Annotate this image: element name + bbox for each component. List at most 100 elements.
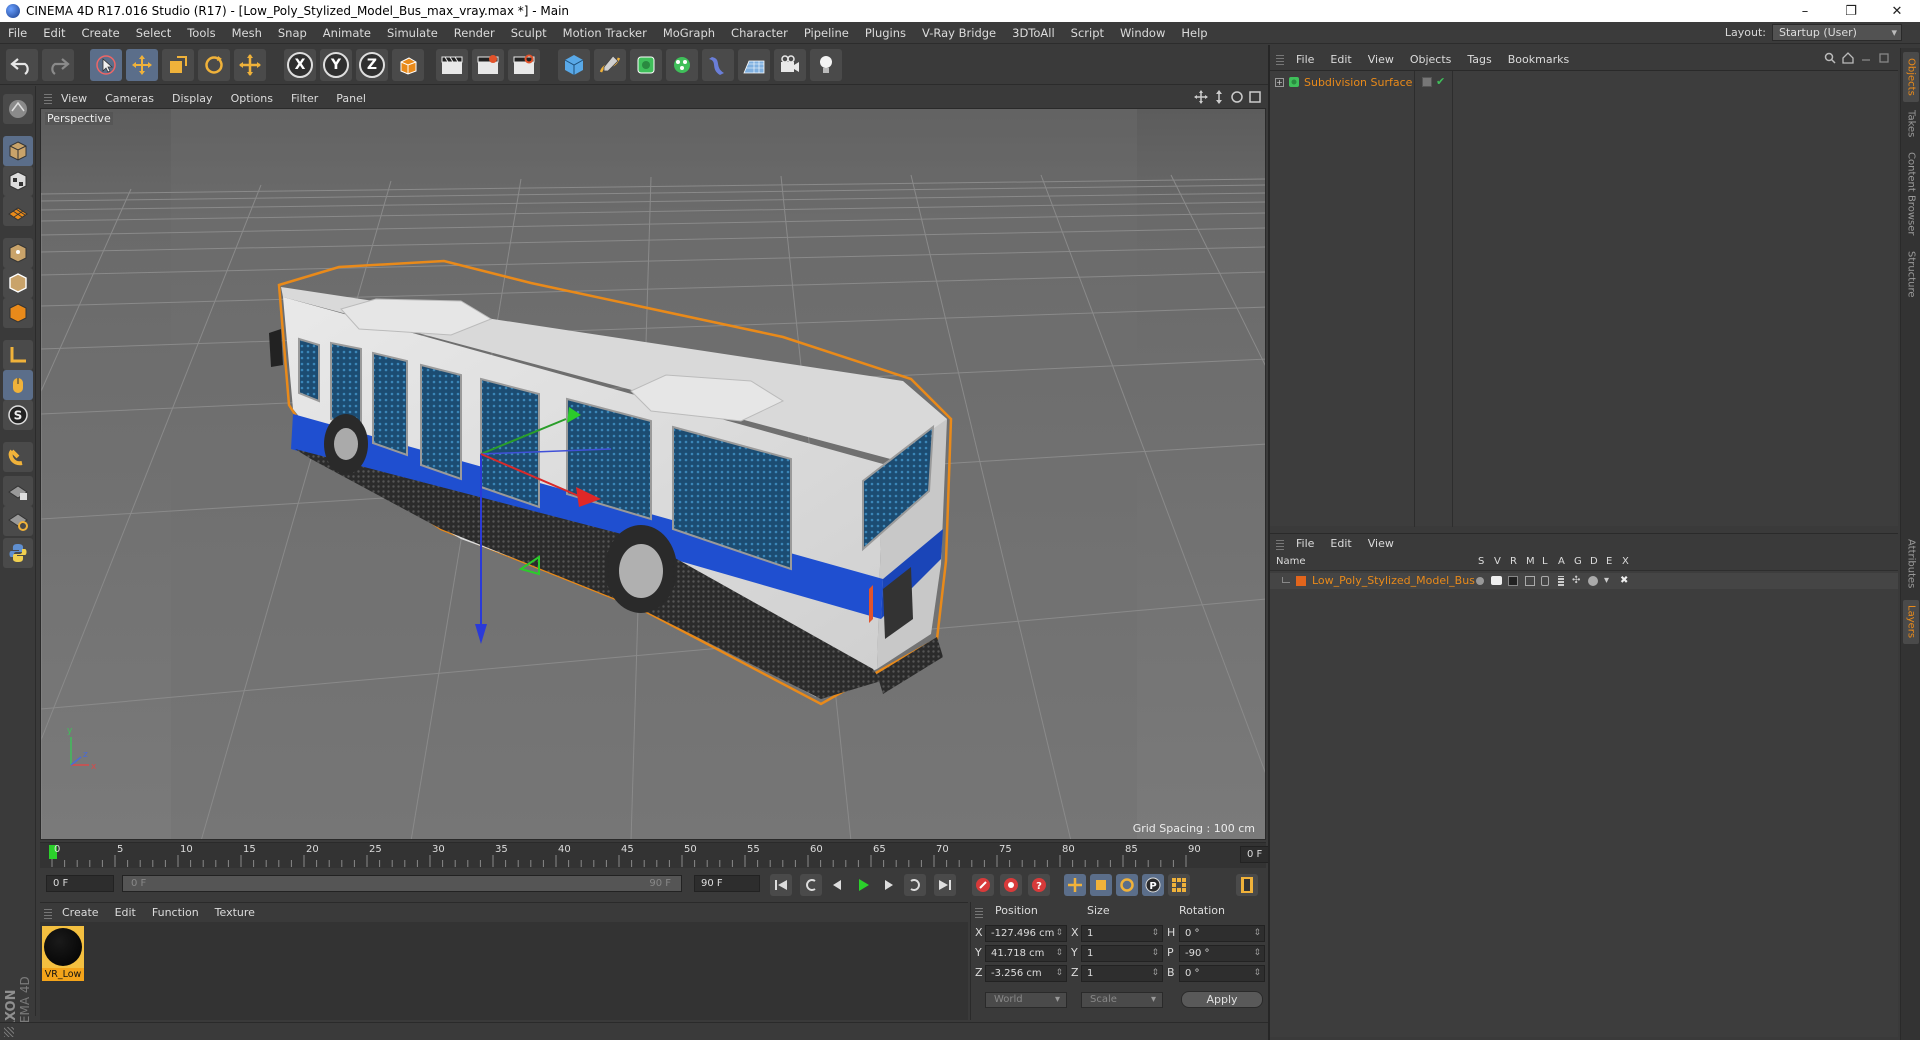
enabled-check-icon[interactable]: ✔ — [1436, 76, 1445, 87]
coordinate-space-dropdown[interactable]: World — [985, 992, 1067, 1008]
rotation-b-field[interactable]: 0 ° — [1179, 965, 1265, 982]
add-mograph-button[interactable] — [666, 49, 698, 81]
layer-flag-d[interactable]: D — [1590, 556, 1598, 567]
close-button[interactable]: ✕ — [1874, 0, 1920, 22]
om-column-divider[interactable] — [1414, 71, 1415, 527]
om-menu-file[interactable]: File — [1288, 53, 1322, 66]
menu-plugins[interactable]: Plugins — [857, 26, 914, 40]
keyframe-selection-button[interactable]: ? — [1028, 874, 1050, 896]
viewport-rotate-icon[interactable] — [1230, 90, 1244, 104]
manager-icon[interactable] — [1525, 576, 1535, 586]
menu-mesh[interactable]: Mesh — [224, 26, 270, 40]
viewport-menu-panel[interactable]: Panel — [327, 92, 375, 105]
tab-attributes[interactable]: Attributes — [1903, 532, 1919, 596]
next-key-button[interactable] — [904, 874, 926, 896]
viewport-menu-cameras[interactable]: Cameras — [96, 92, 163, 105]
om-menu-tags[interactable]: Tags — [1459, 53, 1499, 66]
workplane-mode-button[interactable] — [3, 196, 33, 226]
menu-select[interactable]: Select — [128, 26, 179, 40]
expand-toggle-icon[interactable]: + — [1275, 77, 1284, 87]
viewport-menu-display[interactable]: Display — [163, 92, 222, 105]
layer-flag-m[interactable]: M — [1526, 556, 1535, 567]
add-environment-button[interactable] — [738, 49, 770, 81]
viewport-move-icon[interactable] — [1194, 90, 1208, 104]
key-position-button[interactable] — [1064, 874, 1086, 896]
om-column-divider[interactable] — [1452, 71, 1453, 527]
layer-flag-r[interactable]: R — [1510, 556, 1517, 567]
add-light-button[interactable] — [810, 49, 842, 81]
om-menu-edit[interactable]: Edit — [1322, 53, 1359, 66]
previous-key-button[interactable] — [800, 874, 822, 896]
viewport-camera-label[interactable]: Perspective — [45, 112, 113, 125]
search-icon[interactable] — [1824, 52, 1836, 64]
xref-icon[interactable]: ✖ — [1620, 575, 1628, 586]
polygons-mode-button[interactable] — [3, 298, 33, 328]
menu-file[interactable]: File — [0, 26, 35, 40]
minimize-panel-icon[interactable] — [1860, 52, 1872, 64]
key-rotation-button[interactable] — [1116, 874, 1138, 896]
layout-select[interactable]: Startup (User) — [1772, 24, 1902, 41]
menu-edit[interactable]: Edit — [35, 26, 73, 40]
viewport-menu-filter[interactable]: Filter — [282, 92, 327, 105]
menu-help[interactable]: Help — [1173, 26, 1215, 40]
material-menu-function[interactable]: Function — [144, 906, 207, 919]
x-axis-lock-button[interactable]: X — [284, 49, 316, 81]
layer-tag-icon[interactable] — [1422, 77, 1432, 87]
render-to-picture-viewer-button[interactable] — [472, 49, 504, 81]
y-axis-lock-button[interactable]: Y — [320, 49, 352, 81]
size-z-field[interactable]: 1 — [1081, 965, 1163, 982]
object-name[interactable]: Subdivision Surface — [1304, 76, 1412, 89]
edges-mode-button[interactable] — [3, 268, 33, 298]
size-y-field[interactable]: 1 — [1081, 945, 1163, 962]
position-x-field[interactable]: -127.496 cm — [985, 925, 1067, 942]
z-axis-lock-button[interactable]: Z — [356, 49, 388, 81]
tab-takes[interactable]: Takes — [1903, 106, 1919, 142]
go-to-end-button[interactable] — [934, 874, 956, 896]
render-settings-button[interactable] — [508, 49, 540, 81]
menu-motion-tracker[interactable]: Motion Tracker — [555, 26, 655, 40]
resize-grip-icon[interactable] — [4, 1027, 14, 1037]
python-button[interactable] — [3, 538, 33, 568]
material-menu-texture[interactable]: Texture — [207, 906, 263, 919]
viewport-menu-options[interactable]: Options — [222, 92, 282, 105]
minimize-button[interactable]: – — [1782, 0, 1828, 22]
material-menu-create[interactable]: Create — [54, 906, 107, 919]
deformer-toggle-icon[interactable] — [1588, 576, 1598, 586]
lm-menu-view[interactable]: View — [1360, 537, 1402, 550]
timeline-ruler[interactable]: 0 5 10 15 20 25 30 35 40 45 50 55 60 65 70 75 80 85 90 0 F — [40, 842, 1302, 868]
add-cube-button[interactable] — [558, 49, 590, 81]
viewport-zoom-icon[interactable] — [1212, 90, 1226, 104]
render-view-button[interactable] — [436, 49, 468, 81]
position-z-field[interactable]: -3.256 cm — [985, 965, 1067, 982]
panel-grip-icon[interactable] — [1276, 53, 1284, 65]
object-row-subdivision-surface[interactable]: + Subdivision Surface ✔ — [1272, 74, 1892, 90]
model-mode-button[interactable] — [3, 136, 33, 166]
menu-character[interactable]: Character — [723, 26, 796, 40]
key-parameter-button[interactable]: P — [1142, 874, 1164, 896]
frame-range-slider[interactable]: 0 F 90 F — [122, 875, 682, 892]
menu-create[interactable]: Create — [74, 26, 128, 40]
menu-simulate[interactable]: Simulate — [379, 26, 446, 40]
expression-icon[interactable]: ▾ — [1604, 575, 1609, 586]
viewport-menu-view[interactable]: View — [52, 92, 96, 105]
panel-grip-icon[interactable] — [1276, 537, 1284, 550]
size-mode-dropdown[interactable]: Scale — [1081, 992, 1163, 1008]
rotation-p-field[interactable]: -90 ° — [1179, 945, 1265, 962]
axis-mode-button[interactable] — [3, 340, 33, 370]
layer-flag-e[interactable]: E — [1606, 556, 1612, 567]
start-frame-field[interactable]: 0 F — [46, 875, 114, 892]
tab-structure[interactable]: Structure — [1903, 246, 1919, 302]
menu-render[interactable]: Render — [446, 26, 503, 40]
planar-workplane-button[interactable] — [3, 506, 33, 536]
om-menu-view[interactable]: View — [1360, 53, 1402, 66]
viewport-maximize-icon[interactable] — [1248, 90, 1262, 104]
rotate-tool-button[interactable] — [198, 49, 230, 81]
material-swatch[interactable]: VR_Low — [42, 926, 86, 986]
om-menu-bookmarks[interactable]: Bookmarks — [1500, 53, 1577, 66]
tab-layers[interactable]: Layers — [1903, 600, 1919, 644]
layer-flag-x[interactable]: X — [1622, 556, 1629, 567]
rotation-h-field[interactable]: 0 ° — [1179, 925, 1265, 942]
menu-animate[interactable]: Animate — [315, 26, 379, 40]
menu-pipeline[interactable]: Pipeline — [796, 26, 857, 40]
redo-button[interactable] — [42, 49, 74, 81]
